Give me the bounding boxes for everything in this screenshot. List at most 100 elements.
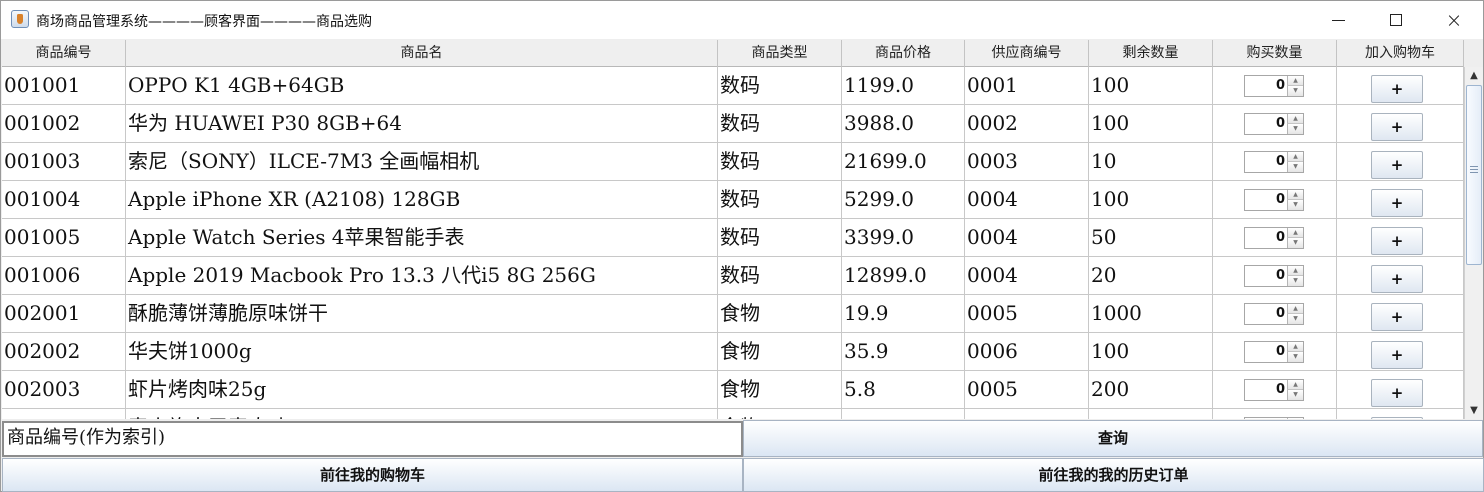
quantity-value[interactable]: 0 xyxy=(1245,76,1288,96)
product-id-search-field[interactable]: 商品编号(作为索引) xyxy=(2,421,743,457)
stock-cell[interactable]: 20 xyxy=(1089,257,1213,294)
supplier-id-cell[interactable]: 0003 xyxy=(965,143,1089,180)
product-id-cell[interactable]: 002004 xyxy=(2,409,126,419)
vertical-scrollbar[interactable]: ▲ ▼ xyxy=(1464,67,1483,419)
supplier-id-cell[interactable]: 0002 xyxy=(965,105,1089,142)
spinner-up-icon[interactable]: ▲ xyxy=(1287,228,1303,238)
spinner-up-icon[interactable]: ▲ xyxy=(1287,190,1303,200)
query-button[interactable]: 查询 xyxy=(743,420,1483,457)
product-price-cell[interactable]: 1199.0 xyxy=(842,67,965,104)
column-header-product-name[interactable]: 商品名 xyxy=(126,40,718,67)
supplier-id-cell[interactable]: 0004 xyxy=(965,181,1089,218)
spinner-up-icon[interactable]: ▲ xyxy=(1287,266,1303,276)
product-name-cell[interactable]: Apple iPhone XR (A2108) 128GB xyxy=(126,181,718,218)
product-name-cell[interactable]: OPPO K1 4GB+64GB xyxy=(126,67,718,104)
table-row[interactable]: 002003 虾片烤肉味25g 食物 5.8 0005 200 0 ▲ ▼ + xyxy=(2,371,1464,409)
stock-cell[interactable]: 50 xyxy=(1089,219,1213,256)
quantity-spinner[interactable]: 0▲▼ xyxy=(1244,75,1304,97)
product-type-cell[interactable]: 数码 xyxy=(718,257,842,294)
product-id-cell[interactable]: 001006 xyxy=(2,257,126,294)
stock-cell[interactable]: 1000 xyxy=(1089,295,1213,332)
spinner-up-icon[interactable]: ▲ xyxy=(1287,152,1303,162)
quantity-value[interactable]: 0 xyxy=(1245,190,1288,210)
stock-cell[interactable]: 100 xyxy=(1089,181,1213,218)
spinner-down-icon[interactable]: ▼ xyxy=(1287,390,1303,400)
table-row[interactable]: 001005 Apple Watch Series 4苹果智能手表 数码 3399.0… xyxy=(2,219,1464,257)
scroll-up-button[interactable]: ▲ xyxy=(1465,67,1483,84)
add-to-cart-button[interactable]: + xyxy=(1371,341,1423,369)
spinner-down-icon[interactable]: ▼ xyxy=(1287,86,1303,96)
table-row[interactable]: 001002 华为 HUAWEI P30 8GB+64 数码 3988.0 0002 10… xyxy=(2,105,1464,143)
add-to-cart-button[interactable]: + xyxy=(1371,303,1423,331)
product-id-cell[interactable]: 002002 xyxy=(2,333,126,370)
supplier-id-cell[interactable]: 0004 xyxy=(965,219,1089,256)
supplier-id-cell[interactable]: 0005 xyxy=(965,409,1089,419)
product-id-cell[interactable]: 001003 xyxy=(2,143,126,180)
table-row[interactable]: 002002 华夫饼1000g 食物 35.9 0006 100 0 ▲ ▼ + xyxy=(2,333,1464,371)
quantity-spinner[interactable]: 0▲▼ xyxy=(1244,417,1304,419)
product-type-cell[interactable]: 数码 xyxy=(718,67,842,104)
spinner-down-icon[interactable]: ▼ xyxy=(1287,314,1303,324)
supplier-id-cell[interactable]: 0001 xyxy=(965,67,1089,104)
spinner-up-icon[interactable]: ▲ xyxy=(1287,114,1303,124)
table-row[interactable]: 001004 Apple iPhone XR (A2108) 128GB 数码 529… xyxy=(2,181,1464,219)
close-button[interactable]: × xyxy=(1425,1,1483,39)
stock-cell[interactable]: 100 xyxy=(1089,67,1213,104)
product-type-cell[interactable]: 数码 xyxy=(718,219,842,256)
column-header-product-id[interactable]: 商品编号 xyxy=(2,40,126,67)
column-header-supplier-id[interactable]: 供应商编号 xyxy=(965,40,1089,67)
spinner-down-icon[interactable]: ▼ xyxy=(1287,238,1303,248)
product-price-cell[interactable]: 35.9 xyxy=(842,333,965,370)
add-to-cart-button[interactable]: + xyxy=(1371,151,1423,179)
spinner-down-icon[interactable]: ▼ xyxy=(1287,276,1303,286)
table-row[interactable]: 001003 索尼（SONY）ILCE-7M3 全画幅相机 数码 21699.0 000… xyxy=(2,143,1464,181)
product-price-cell[interactable]: 12899.0 xyxy=(842,257,965,294)
product-name-cell[interactable]: 虾片烤肉味25g xyxy=(126,371,718,408)
spinner-down-icon[interactable]: ▼ xyxy=(1287,352,1303,362)
quantity-spinner[interactable]: 0▲▼ xyxy=(1244,341,1304,363)
product-name-cell[interactable]: 麦小旋大卫麦肉味 xyxy=(126,409,718,419)
spinner-up-icon[interactable]: ▲ xyxy=(1287,418,1303,419)
supplier-id-cell[interactable]: 0004 xyxy=(965,257,1089,294)
spinner-up-icon[interactable]: ▲ xyxy=(1287,304,1303,314)
column-header-buy-quantity[interactable]: 购买数量 xyxy=(1213,40,1337,67)
maximize-button[interactable] xyxy=(1367,1,1425,39)
quantity-spinner[interactable]: 0▲▼ xyxy=(1244,265,1304,287)
quantity-spinner[interactable]: 0▲▼ xyxy=(1244,151,1304,173)
quantity-value[interactable]: 0 xyxy=(1245,342,1288,362)
supplier-id-cell[interactable]: 0005 xyxy=(965,371,1089,408)
product-type-cell[interactable]: 食物 xyxy=(718,295,842,332)
product-price-cell[interactable]: 16.8 xyxy=(842,409,965,419)
product-name-cell[interactable]: Apple Watch Series 4苹果智能手表 xyxy=(126,219,718,256)
quantity-value[interactable]: 0 xyxy=(1245,418,1288,419)
minimize-button[interactable] xyxy=(1309,1,1367,39)
product-type-cell[interactable]: 食物 xyxy=(718,409,842,419)
spinner-down-icon[interactable]: ▼ xyxy=(1287,124,1303,134)
quantity-value[interactable]: 0 xyxy=(1245,114,1288,134)
spinner-up-icon[interactable]: ▲ xyxy=(1287,342,1303,352)
spinner-down-icon[interactable]: ▼ xyxy=(1287,162,1303,172)
add-to-cart-button[interactable]: + xyxy=(1371,189,1423,217)
table-row[interactable]: 001006 Apple 2019 Macbook Pro 13.3 八代i5 8… xyxy=(2,257,1464,295)
product-id-cell[interactable]: 001002 xyxy=(2,105,126,142)
product-name-cell[interactable]: 华为 HUAWEI P30 8GB+64 xyxy=(126,105,718,142)
scroll-down-button[interactable]: ▼ xyxy=(1465,402,1483,419)
quantity-spinner[interactable]: 0▲▼ xyxy=(1244,379,1304,401)
product-id-cell[interactable]: 001005 xyxy=(2,219,126,256)
quantity-value[interactable]: 0 xyxy=(1245,304,1288,324)
product-price-cell[interactable]: 3988.0 xyxy=(842,105,965,142)
go-to-cart-button[interactable]: 前往我的购物车 xyxy=(2,458,743,492)
table-row[interactable]: 002004麦小旋大卫麦肉味食物16.80005100 0▲▼ + xyxy=(2,409,1464,419)
go-to-history-orders-button[interactable]: 前往我的我的历史订单 xyxy=(743,458,1484,492)
product-id-cell[interactable]: 002001 xyxy=(2,295,126,332)
quantity-value[interactable]: 0 xyxy=(1245,228,1288,248)
column-header-product-price[interactable]: 商品价格 xyxy=(842,40,965,67)
column-header-product-type[interactable]: 商品类型 xyxy=(718,40,842,67)
quantity-spinner[interactable]: 0▲▼ xyxy=(1244,113,1304,135)
quantity-value[interactable]: 0 xyxy=(1245,266,1288,286)
product-price-cell[interactable]: 19.9 xyxy=(842,295,965,332)
add-to-cart-button[interactable]: + xyxy=(1371,113,1423,141)
quantity-spinner[interactable]: 0▲▼ xyxy=(1244,303,1304,325)
stock-cell[interactable]: 200 xyxy=(1089,371,1213,408)
add-to-cart-button[interactable]: + xyxy=(1371,379,1423,407)
